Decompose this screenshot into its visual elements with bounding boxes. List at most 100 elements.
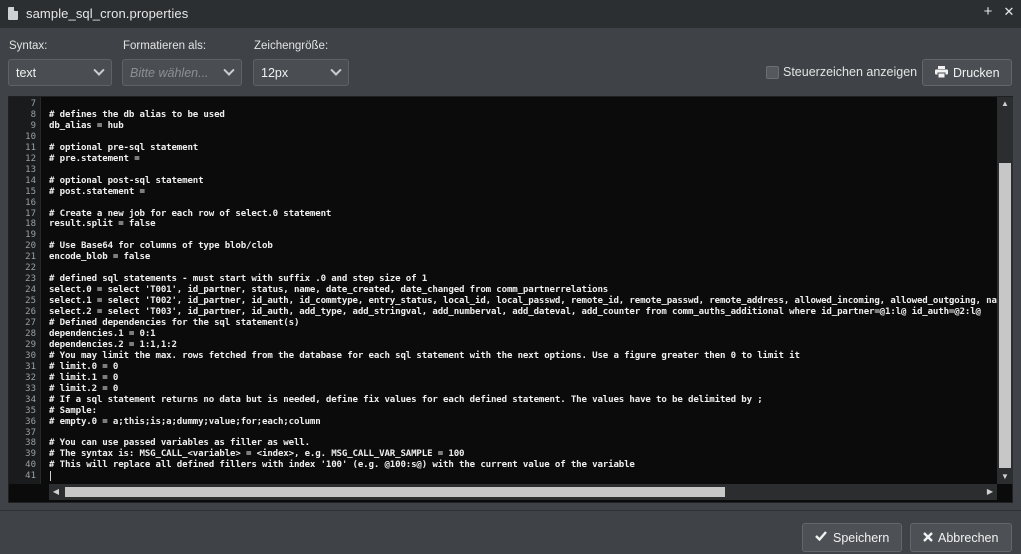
code-area[interactable]: # defines the db alias to be used db_alia…	[49, 97, 997, 484]
code-line: # This will replace all defined fillers …	[49, 460, 635, 471]
code-line: dependencies.2 = 1:1,1:2	[49, 339, 177, 350]
code-line: select.2 = select 'T003', id_partner, id…	[49, 307, 981, 318]
code-editor[interactable]: 7 8 9 10 11 12 13 14 15 16 17 18 19 20 21 22 23 24 25 26 27 2…	[8, 96, 1013, 503]
print-button[interactable]: Drucken	[922, 59, 1012, 86]
code-line: select.1 = select 'T002', id_partner, id…	[49, 296, 997, 307]
line-number: 38	[25, 438, 36, 449]
code-line: # optional post-sql statement	[49, 175, 204, 186]
code-line: # You can use passed variables as filler…	[49, 438, 310, 449]
line-number: 40	[25, 460, 36, 471]
format-select[interactable]: Bitte wählen...	[122, 59, 242, 86]
line-number: 8	[30, 109, 36, 120]
window-titlebar: sample_sql_cron.properties + ✕	[0, 0, 1021, 28]
line-number: 10	[25, 131, 36, 142]
text-cursor	[50, 471, 51, 482]
line-number: 15	[25, 186, 36, 197]
line-number: 20	[25, 241, 36, 252]
chevron-down-icon	[223, 64, 235, 76]
code-line: dependencies.1 = 0:1	[49, 328, 156, 339]
chevron-down-icon	[93, 64, 105, 76]
code-line: # defines the db alias to be used	[49, 109, 225, 120]
code-line: # defined sql statements - must start wi…	[49, 274, 428, 285]
syntax-select-value: text	[16, 66, 37, 80]
line-number: 7	[30, 99, 36, 109]
code-line: encode_blob = false	[49, 252, 151, 263]
format-label: Formatieren als:	[123, 40, 207, 52]
line-number: 14	[25, 175, 36, 186]
scroll-up-icon[interactable]: ▲	[997, 97, 1013, 111]
printer-icon	[935, 66, 948, 81]
vertical-scroll-thumb[interactable]	[999, 163, 1011, 468]
code-line: # You may limit the max. rows fetched fr…	[49, 350, 800, 361]
line-number: 32	[25, 372, 36, 383]
code-line: # Create a new job for each row of selec…	[49, 208, 332, 219]
code-line: # limit.0 = 0	[49, 361, 119, 372]
code-line: # post.statement =	[49, 186, 145, 197]
line-number: 27	[25, 318, 36, 328]
window-title: sample_sql_cron.properties	[26, 6, 189, 21]
code-line: # The syntax is: MSG_CALL_<variable> = <…	[49, 449, 465, 460]
horizontal-scrollbar[interactable]: ◀ ▶	[49, 484, 997, 500]
save-button-label: Speichern	[833, 531, 890, 545]
code-line: # limit.1 = 0	[49, 372, 119, 383]
code-line: result.split = false	[49, 219, 156, 230]
line-number: 23	[25, 274, 36, 285]
chevron-down-icon	[330, 64, 342, 76]
line-number: 29	[25, 339, 36, 350]
line-number: 39	[25, 449, 36, 460]
line-number: 26	[25, 307, 36, 318]
line-number: 19	[25, 230, 36, 241]
code-line: db_alias = hub	[49, 120, 124, 131]
line-number: 35	[25, 405, 36, 416]
line-number: 18	[25, 219, 36, 230]
code-line: # empty.0 = a;this;is;a;dummy;value;for;…	[49, 416, 321, 427]
line-number: 22	[25, 263, 36, 274]
line-number: 17	[25, 208, 36, 219]
line-number: 12	[25, 153, 36, 164]
line-number: 11	[25, 142, 36, 153]
code-line: # pre.statement =	[49, 153, 140, 164]
syntax-select[interactable]: text	[8, 59, 112, 86]
code-line: # optional pre-sql statement	[49, 142, 199, 153]
control-chars-label: Steuerzeichen anzeigen	[783, 65, 918, 79]
close-icon	[923, 531, 933, 545]
line-number-gutter: 7 8 9 10 11 12 13 14 15 16 17 18 19 20 21 22 23 24 25 26 27 2…	[9, 97, 41, 484]
cancel-button-label: Abbrechen	[938, 531, 999, 545]
code-line: # Sample:	[49, 405, 97, 416]
scroll-down-icon[interactable]: ▼	[997, 470, 1013, 484]
code-line: # Use Base64 for columns of type blob/cl…	[49, 241, 273, 252]
line-number: 41	[25, 471, 36, 482]
fontsize-select[interactable]: 12px	[253, 59, 349, 86]
line-number: 31	[25, 361, 36, 372]
line-number: 30	[25, 350, 36, 361]
editor-toolbar: Syntax: text Formatieren als: Bitte wähl…	[0, 28, 1021, 96]
syntax-label: Syntax:	[9, 40, 48, 52]
line-number: 25	[25, 296, 36, 307]
save-button[interactable]: Speichern	[802, 523, 902, 552]
line-number: 33	[25, 383, 36, 394]
line-number: 13	[25, 164, 36, 175]
scroll-right-icon[interactable]: ▶	[983, 484, 997, 500]
line-number: 9	[30, 120, 36, 131]
scroll-left-icon[interactable]: ◀	[49, 484, 63, 500]
print-button-label: Drucken	[953, 66, 1000, 80]
line-number: 21	[25, 252, 36, 263]
horizontal-scroll-thumb[interactable]	[65, 487, 725, 497]
cancel-button[interactable]: Abbrechen	[910, 523, 1012, 552]
line-number: 16	[25, 197, 36, 208]
close-window-button[interactable]: ✕	[1001, 3, 1017, 21]
check-icon	[815, 530, 827, 544]
code-line: # Defined dependencies for the sql state…	[49, 318, 300, 328]
fontsize-select-value: 12px	[261, 66, 289, 80]
dialog-footer: Speichern Abbrechen	[0, 510, 1021, 554]
line-number: 28	[25, 328, 36, 339]
line-number: 36	[25, 416, 36, 427]
format-select-placeholder: Bitte wählen...	[130, 66, 209, 80]
vertical-scrollbar[interactable]: ▲ ▼	[997, 97, 1013, 484]
code-line: # limit.2 = 0	[49, 383, 119, 394]
control-chars-checkbox[interactable]	[766, 66, 779, 79]
file-icon	[8, 7, 18, 20]
code-line: # If a sql statement returns no data but…	[49, 394, 763, 405]
add-button[interactable]: +	[980, 3, 996, 21]
code-line: select.0 = select 'T001', id_partner, st…	[49, 285, 609, 296]
